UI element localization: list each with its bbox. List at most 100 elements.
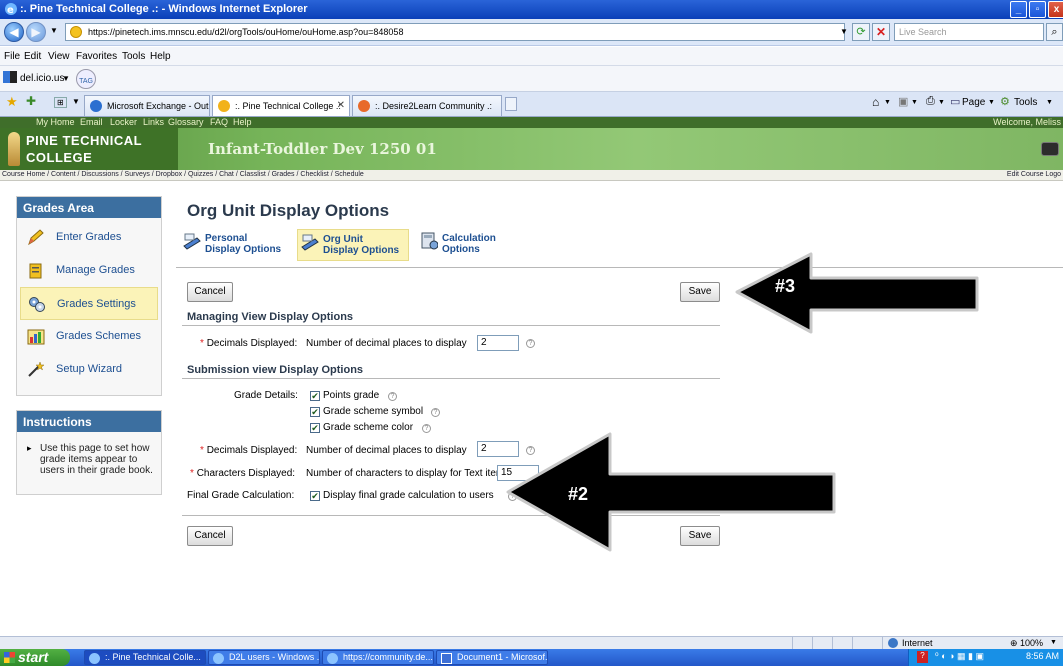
favorites-star-icon[interactable]: ★ (6, 94, 18, 110)
college-logo[interactable]: PINE TECHNICAL COLLEGE (0, 128, 178, 170)
nav-faq[interactable]: FAQ (210, 117, 228, 127)
help-icon[interactable]: ? (422, 424, 431, 433)
address-input[interactable]: https://pinetech.ims.mnscu.edu/d2l/orgTo… (65, 23, 845, 41)
annotation-label-3: #3 (775, 276, 796, 296)
new-tab-button[interactable] (505, 97, 517, 111)
home-dropdown-icon[interactable]: ▼ (884, 99, 891, 106)
cancel-button-top[interactable]: Cancel (187, 282, 233, 302)
page-dropdown-icon[interactable]: ▼ (988, 99, 995, 106)
annotation-arrow-3 (735, 252, 979, 334)
zoom-level[interactable]: 100% (1020, 638, 1043, 648)
help-tray-icon[interactable]: ? (917, 651, 928, 663)
tab-label: Microsoft Exchange - Outloo... (107, 101, 210, 111)
start-button[interactable]: start (0, 649, 70, 666)
sidebar-item-label: Grades Schemes (56, 330, 141, 342)
save-button-top[interactable]: Save (680, 282, 720, 302)
nav-email[interactable]: Email (80, 117, 103, 127)
menu-view[interactable]: View (48, 51, 70, 62)
help-icon[interactable]: ? (526, 339, 535, 348)
minibar-icon[interactable] (1041, 142, 1059, 156)
course-banner: PINE TECHNICAL COLLEGE Infant-Toddler De… (0, 128, 1063, 170)
menu-favorites[interactable]: Favorites (76, 51, 117, 62)
d2l-top-nav: My Home Email Locker Links Glossary FAQ … (0, 117, 1063, 128)
forward-button[interactable]: ▶ (26, 22, 46, 42)
tab-list-dropdown-icon[interactable]: ▼ (72, 97, 80, 106)
help-icon[interactable]: ? (431, 408, 440, 417)
menu-bar: File Edit View Favorites Tools Help (0, 47, 1063, 66)
sidebar-item-setup-wizard[interactable]: Setup Wizard (20, 353, 158, 386)
tab-personal-display-options[interactable]: Personal Display Options (183, 229, 291, 259)
tab-close-icon[interactable]: ✕ (337, 100, 345, 111)
tools-menu[interactable]: Tools (1014, 97, 1037, 108)
add-favorites-icon[interactable]: ✚ (26, 94, 36, 108)
menu-help[interactable]: Help (150, 51, 171, 62)
divider (182, 378, 720, 379)
sidebar-item-grades-settings[interactable]: Grades Settings (20, 287, 158, 320)
cancel-button-bottom[interactable]: Cancel (187, 526, 233, 546)
start-label: start (18, 649, 49, 665)
welcome-text: Welcome, Meliss (993, 117, 1061, 127)
nav-glossary[interactable]: Glossary (168, 117, 204, 127)
tab-org-unit-display-options[interactable]: Org Unit Display Options (297, 229, 409, 261)
page-menu[interactable]: Page (962, 97, 985, 108)
grade-details-label: Grade Details: (234, 390, 298, 401)
edit-course-link[interactable]: Edit Course Logo (1007, 171, 1061, 178)
sidebar-item-grades-schemes[interactable]: Grades Schemes (20, 320, 158, 353)
taskbar-item-ie-pine[interactable]: :. Pine Technical Colle... (84, 650, 206, 665)
final-grade-description: Display final grade calculation to users (323, 490, 494, 501)
zoom-dropdown-icon[interactable]: ▼ (1050, 639, 1057, 646)
windows-logo-icon (4, 652, 15, 663)
nav-my-home[interactable]: My Home (36, 117, 75, 127)
taskbar-item-d2l-users[interactable]: D2L users - Windows ... (208, 650, 320, 665)
tab-label: :. Pine Technical College .: (235, 101, 341, 111)
help-icon[interactable]: ? (388, 392, 397, 401)
nav-links[interactable]: Links (143, 117, 164, 127)
delicious-dropdown-icon[interactable]: ▼ (62, 74, 70, 83)
menu-edit[interactable]: Edit (24, 51, 41, 62)
address-dropdown-icon[interactable]: ▼ (840, 27, 848, 36)
taskbar-item-document1[interactable]: Document1 - Microsof... (436, 650, 548, 665)
grade-scheme-symbol-checkbox[interactable]: ✔ (310, 407, 320, 417)
menu-tools[interactable]: Tools (122, 51, 145, 62)
points-grade-checkbox[interactable]: ✔ (310, 391, 320, 401)
sub-decimals-label: * Decimals Displayed: (200, 445, 298, 456)
grade-scheme-color-checkbox[interactable]: ✔ (310, 423, 320, 433)
minimize-button[interactable]: _ (1010, 1, 1027, 18)
decimals-input[interactable]: 2 (477, 335, 519, 351)
tag-button[interactable]: TAG (76, 69, 96, 89)
feeds-icon[interactable]: ▣ (898, 95, 908, 108)
tab-calculation-options[interactable]: Calculation Options (420, 229, 520, 259)
tab-exchange[interactable]: Microsoft Exchange - Outloo... (84, 95, 210, 116)
course-title: Infant-Toddler Dev 1250 01 (208, 140, 437, 158)
nav-help[interactable]: Help (233, 117, 252, 127)
sidebar-item-enter-grades[interactable]: Enter Grades (20, 221, 158, 254)
print-dropdown-icon[interactable]: ▼ (938, 99, 945, 106)
taskbar-item-community[interactable]: https://community.de... (322, 650, 434, 665)
stop-button[interactable]: ✕ (872, 23, 890, 41)
quick-tabs-icon[interactable]: ⊞ (54, 97, 67, 108)
windows-taskbar: start :. Pine Technical Colle... D2L use… (0, 649, 1063, 666)
nav-locker[interactable]: Locker (110, 117, 137, 127)
window-title: :. Pine Technical College .: - Windows I… (20, 3, 308, 15)
delicious-link[interactable]: del.icio.us (20, 73, 64, 84)
maximize-button[interactable]: ▫ (1029, 1, 1046, 18)
org-unit-options-icon (301, 234, 319, 251)
tray-icons[interactable]: ⁰ ◐ ◑ ▦ ▮ ▣ (935, 651, 984, 662)
tools-dropdown-icon[interactable]: ▼ (1046, 99, 1053, 106)
back-button[interactable]: ◀ (4, 22, 24, 42)
history-dropdown-icon[interactable]: ▼ (50, 26, 58, 35)
search-icon[interactable]: ⌕ (1046, 23, 1063, 41)
delicious-icon (3, 71, 17, 83)
tab-pine-technical[interactable]: :. Pine Technical College .: ✕ (212, 95, 350, 116)
final-grade-checkbox[interactable]: ✔ (310, 491, 320, 501)
home-icon[interactable]: ⌂ (872, 95, 879, 109)
close-button[interactable]: x (1048, 1, 1063, 18)
tab-desire2learn[interactable]: :. Desire2Learn Community .: (352, 95, 502, 116)
search-input[interactable]: Live Search (894, 23, 1044, 41)
refresh-button[interactable]: ⟳ (852, 23, 870, 41)
sidebar-item-manage-grades[interactable]: Manage Grades (20, 254, 158, 287)
menu-file[interactable]: File (4, 51, 20, 62)
print-icon[interactable]: ⎙ (926, 95, 935, 108)
course-nav-links[interactable]: Course Home / Content / Discussions / Su… (2, 171, 364, 178)
feeds-dropdown-icon[interactable]: ▼ (911, 99, 918, 106)
